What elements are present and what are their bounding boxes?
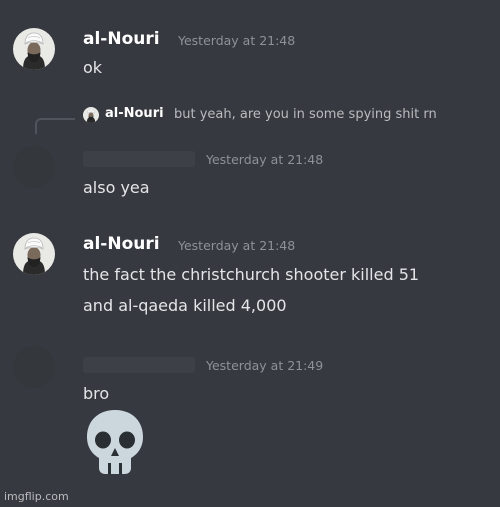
message-text: bro: [83, 384, 110, 403]
message-group: Yesterday at 21:49 bro: [0, 0, 500, 480]
user-avatar[interactable]: [13, 346, 55, 388]
message-author-redacted[interactable]: [83, 357, 195, 373]
message-timestamp: Yesterday at 21:49: [206, 358, 324, 373]
skull-icon: [87, 410, 143, 474]
watermark: imgflip.com: [4, 490, 69, 503]
